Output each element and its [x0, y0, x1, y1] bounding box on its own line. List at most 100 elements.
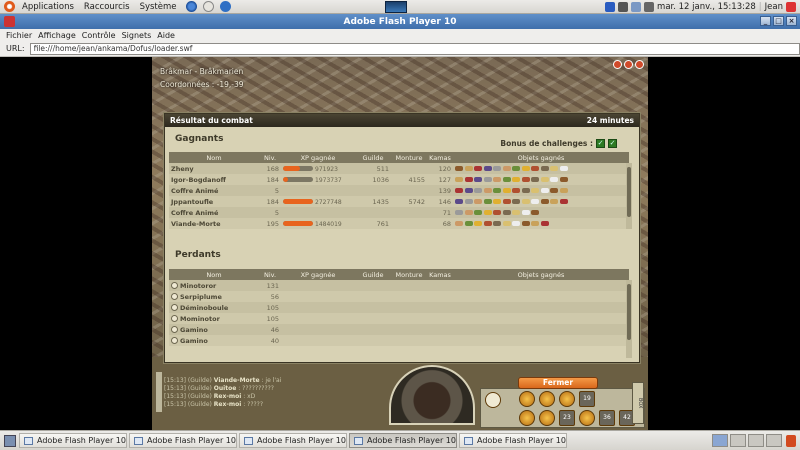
item-icon[interactable] — [483, 210, 492, 215]
item-icon[interactable] — [483, 221, 492, 226]
item-icon[interactable] — [531, 188, 539, 193]
item-icon[interactable] — [540, 221, 549, 226]
table-row[interactable]: Zheny 168 971923 511 120 — [169, 163, 629, 174]
item-icon[interactable] — [531, 210, 539, 215]
menu-applications[interactable]: Applications — [17, 2, 79, 12]
table-row[interactable]: Mominotor 105 — [169, 313, 629, 324]
taskbar-button[interactable]: Adobe Flash Player 10 — [459, 433, 567, 448]
item-icon[interactable] — [493, 188, 501, 193]
item-icon[interactable] — [521, 221, 530, 226]
dialog-header[interactable]: Résultat du combat 24 minutes — [165, 114, 639, 127]
item-icon[interactable] — [455, 188, 463, 193]
item-icon[interactable] — [493, 177, 501, 182]
item-icon[interactable] — [483, 188, 492, 193]
item-icon[interactable] — [512, 221, 520, 226]
taskbar-button[interactable]: Adobe Flash Player 10 — [349, 433, 457, 448]
table-row[interactable]: Gamino 46 — [169, 324, 629, 335]
item-icon[interactable] — [464, 210, 473, 215]
item-icon[interactable] — [531, 221, 539, 226]
item-icon[interactable] — [474, 166, 482, 171]
map-option-icon[interactable] — [624, 60, 633, 69]
user-name[interactable]: Jean — [765, 2, 783, 12]
item-icon[interactable] — [521, 166, 530, 171]
help-launcher-icon[interactable] — [219, 1, 231, 12]
firefox-launcher-icon[interactable] — [185, 1, 197, 12]
chat-scroll-handle[interactable] — [156, 372, 162, 412]
item-icon[interactable] — [521, 199, 530, 204]
item-icon[interactable] — [464, 166, 473, 171]
spell-slot-count[interactable]: 36 — [599, 410, 615, 426]
item-icon[interactable] — [483, 177, 492, 182]
item-icon[interactable] — [474, 188, 482, 193]
item-icon[interactable] — [531, 177, 539, 182]
chat-author[interactable]: Ouitoe — [214, 385, 237, 392]
spell-slot[interactable] — [579, 410, 595, 426]
item-icon[interactable] — [521, 210, 530, 215]
item-icon[interactable] — [493, 199, 501, 204]
clock[interactable]: mar. 12 janv., 15:13:28 — [657, 2, 756, 12]
menu-aide[interactable]: Aide — [154, 31, 178, 40]
menu-systeme[interactable]: Système — [135, 2, 182, 12]
item-icon[interactable] — [550, 166, 558, 171]
bluetooth-icon[interactable] — [605, 1, 616, 12]
item-icon[interactable] — [502, 188, 511, 193]
table-row[interactable]: Coffre Animé 5 139 — [169, 185, 629, 196]
window-titlebar[interactable]: Adobe Flash Player 10 _ □ × — [0, 14, 800, 29]
item-icon[interactable] — [512, 177, 520, 182]
eye-icon[interactable] — [485, 392, 501, 408]
volume-icon[interactable] — [644, 1, 655, 12]
workspace-2[interactable] — [730, 434, 746, 447]
item-icon[interactable] — [502, 210, 511, 215]
table-row[interactable]: Jppantoufle 184 2727748 1435 5742 146 — [169, 196, 629, 207]
spell-slot[interactable] — [519, 410, 535, 426]
battery-icon[interactable] — [618, 1, 629, 12]
scroll-thumb[interactable] — [627, 284, 631, 340]
taskbar-button[interactable]: Adobe Flash Player 10 — [19, 433, 127, 448]
item-icon[interactable] — [550, 188, 558, 193]
maximize-button[interactable]: □ — [773, 16, 784, 26]
workspace-1[interactable] — [712, 434, 728, 447]
table-row[interactable]: Déminoboule 105 — [169, 302, 629, 313]
spell-slot[interactable] — [559, 391, 575, 407]
side-tab[interactable]: BOX — [632, 382, 644, 424]
workspace-3[interactable] — [748, 434, 764, 447]
item-icon[interactable] — [455, 221, 463, 226]
item-icon[interactable] — [559, 188, 568, 193]
losers-scrollbar[interactable] — [626, 280, 632, 358]
item-icon[interactable] — [540, 199, 549, 204]
item-icon[interactable] — [531, 166, 539, 171]
item-icon[interactable] — [474, 199, 482, 204]
power-icon[interactable] — [786, 1, 796, 12]
mail-launcher-icon[interactable] — [202, 1, 214, 12]
item-icon[interactable] — [493, 221, 501, 226]
item-icon[interactable] — [559, 177, 568, 182]
item-icon[interactable] — [512, 188, 520, 193]
item-icon[interactable] — [493, 166, 501, 171]
menu-signets[interactable]: Signets — [119, 31, 155, 40]
table-row[interactable]: Igor-Bogdanoff 184 1973737 1036 4155 127 — [169, 174, 629, 185]
spell-slot[interactable] — [519, 391, 535, 407]
spell-slot-count[interactable]: 23 — [559, 410, 575, 426]
item-icon[interactable] — [550, 199, 558, 204]
item-icon[interactable] — [464, 177, 473, 182]
item-icon[interactable] — [550, 177, 558, 182]
item-icon[interactable] — [455, 199, 463, 204]
table-row[interactable]: Minotoror 131 — [169, 280, 629, 291]
item-icon[interactable] — [521, 177, 530, 182]
item-icon[interactable] — [455, 177, 463, 182]
item-icon[interactable] — [540, 188, 549, 193]
item-icon[interactable] — [559, 166, 568, 171]
chat-author[interactable]: Viande-Morte — [214, 377, 260, 384]
close-result-button[interactable]: Fermer — [518, 377, 598, 389]
taskbar-button[interactable]: Adobe Flash Player 10 — [129, 433, 237, 448]
spell-slot[interactable] — [539, 391, 555, 407]
item-icon[interactable] — [512, 199, 520, 204]
table-row[interactable]: Coffre Animé 5 71 — [169, 207, 629, 218]
item-icon[interactable] — [493, 210, 501, 215]
table-row[interactable]: Gamino 40 — [169, 335, 629, 346]
item-icon[interactable] — [502, 177, 511, 182]
ubuntu-logo-icon[interactable] — [4, 1, 15, 12]
scroll-thumb[interactable] — [627, 167, 631, 217]
item-icon[interactable] — [521, 188, 530, 193]
item-icon[interactable] — [464, 188, 473, 193]
